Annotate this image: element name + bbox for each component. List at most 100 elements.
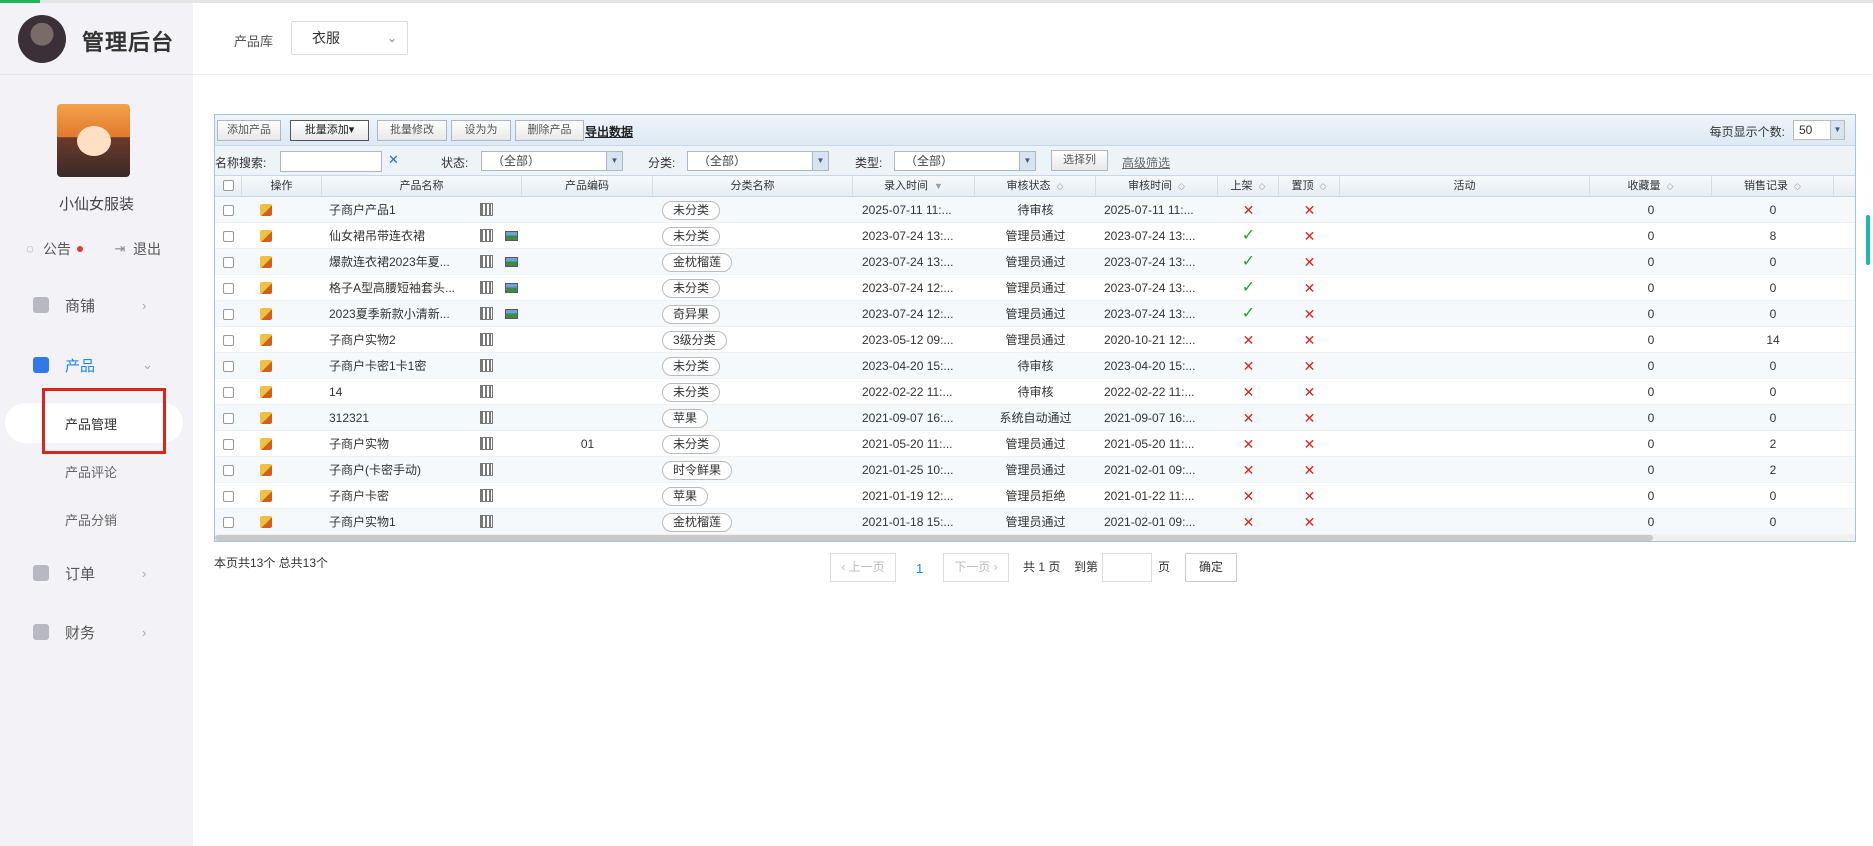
perpage-select[interactable]: 50 ▼ xyxy=(1793,120,1845,140)
select-all-checkbox[interactable] xyxy=(223,180,234,191)
edit-icon[interactable] xyxy=(260,516,272,528)
table-row[interactable]: 格子A型高腰短袖套头... 未分类 2023-07-24 12:... 管理员通过 20… xyxy=(215,275,1855,301)
logout-link[interactable]: ⇥ 退出 xyxy=(113,239,161,259)
nav-item-finance[interactable]: 财务 › xyxy=(0,617,193,647)
cross-icon[interactable]: ✕ xyxy=(1279,379,1340,405)
product-name[interactable]: 爆款连衣裙2023年夏... xyxy=(329,249,479,275)
nav-item-shop[interactable]: 商铺 › xyxy=(0,290,193,320)
qrcode-icon[interactable] xyxy=(480,489,493,502)
qrcode-icon[interactable] xyxy=(480,385,493,398)
cross-icon[interactable]: ✕ xyxy=(1279,275,1340,301)
cross-icon[interactable]: ✕ xyxy=(1218,353,1279,379)
col-status[interactable]: 审核状态 ◇ xyxy=(975,176,1096,197)
product-name[interactable]: 14 xyxy=(329,379,479,405)
cross-icon[interactable]: ✕ xyxy=(1279,483,1340,509)
qrcode-icon[interactable] xyxy=(480,333,493,346)
table-row[interactable]: 子商户实物1 金枕榴莲 2021-01-18 15:... 管理员通过 2021-02-… xyxy=(215,509,1855,535)
notice-link[interactable]: ◌ 公告 xyxy=(23,239,83,259)
scroll-indicator[interactable] xyxy=(1866,215,1870,265)
col-category[interactable]: 分类名称 xyxy=(653,176,853,197)
col-code[interactable]: 产品编码 xyxy=(522,176,653,197)
col-sales[interactable]: 销售记录 ◇ xyxy=(1712,176,1834,197)
horizontal-scrollbar[interactable] xyxy=(215,535,1855,541)
cross-icon[interactable]: ✕ xyxy=(1279,509,1340,535)
table-row[interactable]: 仙女裙吊带连衣裙 未分类 2023-07-24 13:... 管理员通过 2023-07… xyxy=(215,223,1855,249)
cross-icon[interactable]: ✕ xyxy=(1279,301,1340,327)
name-search-input[interactable] xyxy=(280,151,382,172)
col-created[interactable]: 录入时间 ▼ xyxy=(853,176,975,197)
clear-icon[interactable]: ✕ xyxy=(388,152,399,168)
row-checkbox[interactable] xyxy=(223,283,234,294)
edit-icon[interactable] xyxy=(260,204,272,216)
cross-icon[interactable]: ✕ xyxy=(1218,431,1279,457)
export-data-link[interactable]: 导出数据 xyxy=(585,123,633,140)
check-icon[interactable]: ✓ xyxy=(1218,301,1279,327)
qrcode-icon[interactable] xyxy=(480,359,493,372)
nav-item-order[interactable]: 订单 › xyxy=(0,558,193,588)
qrcode-icon[interactable] xyxy=(480,463,493,476)
edit-icon[interactable] xyxy=(260,256,272,268)
prev-page-button[interactable]: ‹ 上一页 xyxy=(830,553,896,582)
sidebar-item-product-review[interactable]: 产品评论 xyxy=(65,462,117,481)
row-checkbox[interactable] xyxy=(223,231,234,242)
table-row[interactable]: 子商户产品1 未分类 2025-07-11 11:... 待审核 2025-07-11 … xyxy=(215,197,1855,223)
row-checkbox[interactable] xyxy=(223,361,234,372)
cross-icon[interactable]: ✕ xyxy=(1279,223,1340,249)
row-checkbox[interactable] xyxy=(223,413,234,424)
confirm-goto-button[interactable]: 确定 xyxy=(1185,553,1237,582)
select-columns-button[interactable]: 选择列 xyxy=(1051,150,1108,171)
image-icon[interactable] xyxy=(505,283,518,293)
product-name[interactable]: 子商户实物1 xyxy=(329,509,479,535)
col-name[interactable]: 产品名称 xyxy=(322,176,522,197)
check-icon[interactable]: ✓ xyxy=(1218,249,1279,275)
product-name[interactable]: 子商户实物 xyxy=(329,431,479,457)
cross-icon[interactable]: ✕ xyxy=(1279,249,1340,275)
delete-product-button[interactable]: 删除产品 xyxy=(515,120,584,141)
category-select[interactable]: （全部） ▼ xyxy=(687,151,829,171)
check-icon[interactable]: ✓ xyxy=(1218,275,1279,301)
next-page-button[interactable]: 下一页 › xyxy=(943,553,1009,582)
table-row[interactable]: 子商户实物2 3级分类 2023-05-12 09:... 管理员通过 2020-10-… xyxy=(215,327,1855,353)
product-name[interactable]: 子商户实物2 xyxy=(329,327,479,353)
cross-icon[interactable]: ✕ xyxy=(1279,457,1340,483)
current-page[interactable]: 1 xyxy=(916,561,923,576)
row-checkbox[interactable] xyxy=(223,257,234,268)
product-name[interactable]: 子商户卡密 xyxy=(329,483,479,509)
table-row[interactable]: 子商户(卡密手动) 时令鲜果 2021-01-25 10:... 管理员通过 2021-… xyxy=(215,457,1855,483)
cross-icon[interactable]: ✕ xyxy=(1218,483,1279,509)
table-row[interactable]: 2023夏季新款小清新... 奇异果 2023-07-24 12:... 管理员通过 2… xyxy=(215,301,1855,327)
table-row[interactable]: 14 未分类 2022-02-22 11:... 待审核 2022-02-22 11:.… xyxy=(215,379,1855,405)
row-checkbox[interactable] xyxy=(223,517,234,528)
table-row[interactable]: 子商户卡密 苹果 2021-01-19 12:... 管理员拒绝 2021-01-22 … xyxy=(215,483,1855,509)
qrcode-icon[interactable] xyxy=(480,411,493,424)
advanced-filter-link[interactable]: 高级筛选 xyxy=(1122,154,1170,171)
product-name[interactable]: 仙女裙吊带连衣裙 xyxy=(329,223,479,249)
col-audit[interactable]: 审核时间 ◇ xyxy=(1096,176,1218,197)
cross-icon[interactable]: ✕ xyxy=(1279,353,1340,379)
qrcode-icon[interactable] xyxy=(480,203,493,216)
cross-icon[interactable]: ✕ xyxy=(1218,457,1279,483)
add-product-button[interactable]: 添加产品 xyxy=(217,120,281,141)
qrcode-icon[interactable] xyxy=(480,515,493,528)
batch-edit-button[interactable]: 批量修改 xyxy=(377,120,447,141)
cross-icon[interactable]: ✕ xyxy=(1279,327,1340,353)
qrcode-icon[interactable] xyxy=(480,437,493,450)
col-action[interactable]: 操作 xyxy=(242,176,322,197)
image-icon[interactable] xyxy=(505,231,518,241)
admin-avatar[interactable] xyxy=(18,15,66,63)
type-select[interactable]: （全部） ▼ xyxy=(894,151,1036,171)
status-select[interactable]: （全部） ▼ xyxy=(481,151,623,171)
row-checkbox[interactable] xyxy=(223,439,234,450)
cross-icon[interactable]: ✕ xyxy=(1218,197,1279,223)
col-activity[interactable]: 活动 xyxy=(1340,176,1590,197)
table-row[interactable]: 312321 苹果 2021-09-07 16:... 系统自动通过 2021-09-0… xyxy=(215,405,1855,431)
edit-icon[interactable] xyxy=(260,334,272,346)
col-onshelf[interactable]: 上架 ◇ xyxy=(1218,176,1279,197)
table-row[interactable]: 爆款连衣裙2023年夏... 金枕榴莲 2023-07-24 13:... 管理员通过… xyxy=(215,249,1855,275)
row-checkbox[interactable] xyxy=(223,387,234,398)
edit-icon[interactable] xyxy=(260,360,272,372)
row-checkbox[interactable] xyxy=(223,309,234,320)
qrcode-icon[interactable] xyxy=(480,307,493,320)
table-row[interactable]: 子商户卡密1卡1密 未分类 2023-04-20 15:... 待审核 2023-04-… xyxy=(215,353,1855,379)
edit-icon[interactable] xyxy=(260,490,272,502)
